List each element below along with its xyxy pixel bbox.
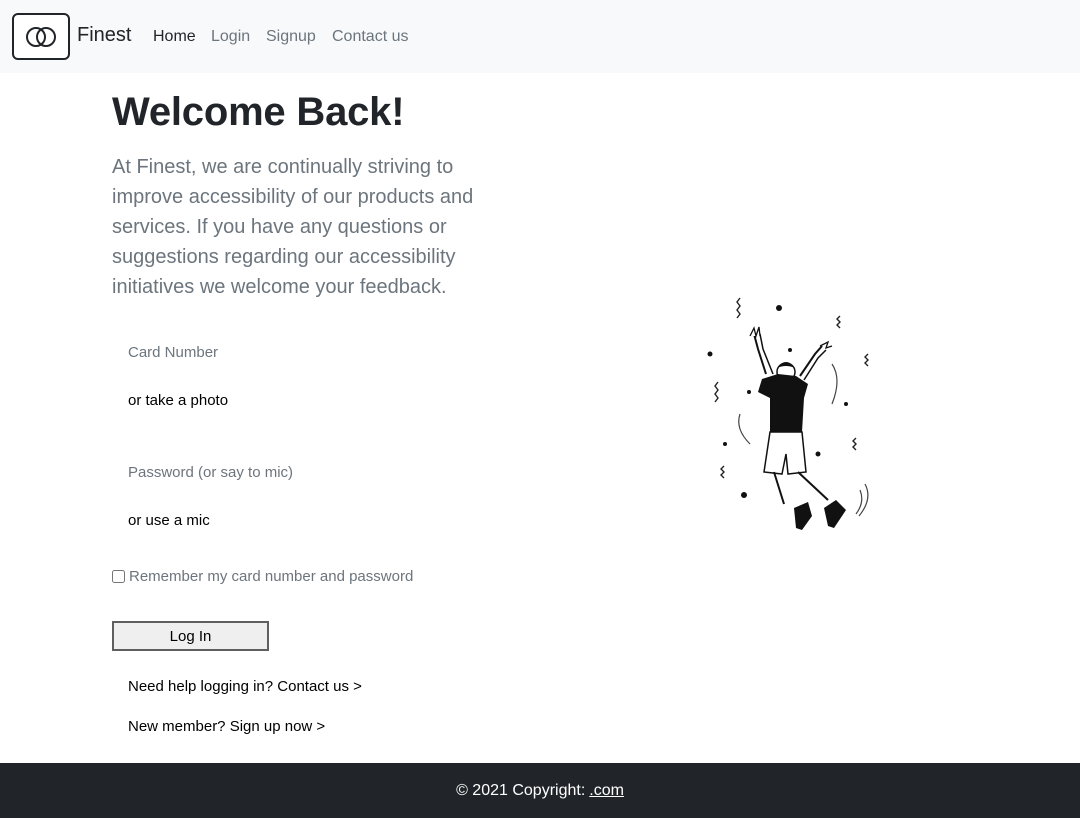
footer: © 2021 Copyright: .com [0,763,1080,818]
remember-label[interactable]: Remember my card number and password [129,568,413,585]
login-button[interactable]: Log In [112,621,269,651]
nav-contact-us[interactable]: Contact us [332,28,408,46]
nav-home[interactable]: Home [153,28,196,46]
use-mic-link[interactable]: or use a mic [128,512,210,529]
password-label[interactable]: Password (or say to mic) [128,464,293,481]
footer-link[interactable]: .com [589,782,624,800]
intro-text: At Finest, we are continually striving t… [112,156,474,298]
remember-checkbox[interactable] [112,570,125,583]
help-contact-link[interactable]: Need help logging in? Contact us > [128,678,362,695]
signup-now-link[interactable]: New member? Sign up now > [128,718,325,735]
brand-name[interactable]: Finest [77,24,131,47]
footer-copyright: © 2021 Copyright: [456,781,586,799]
take-photo-link[interactable]: or take a photo [128,392,228,409]
card-number-label[interactable]: Card Number [128,344,218,361]
nav-signup[interactable]: Signup [266,28,316,46]
jumping-person-illustration [707,297,869,530]
interlocking-rings-icon [26,26,56,47]
page-title: Welcome Back! [112,90,405,134]
brand-logo[interactable] [12,13,70,60]
navbar: Finest Home Login Signup Contact us [0,0,1080,73]
remember-me: Remember my card number and password [112,568,413,585]
nav-login[interactable]: Login [211,28,250,46]
